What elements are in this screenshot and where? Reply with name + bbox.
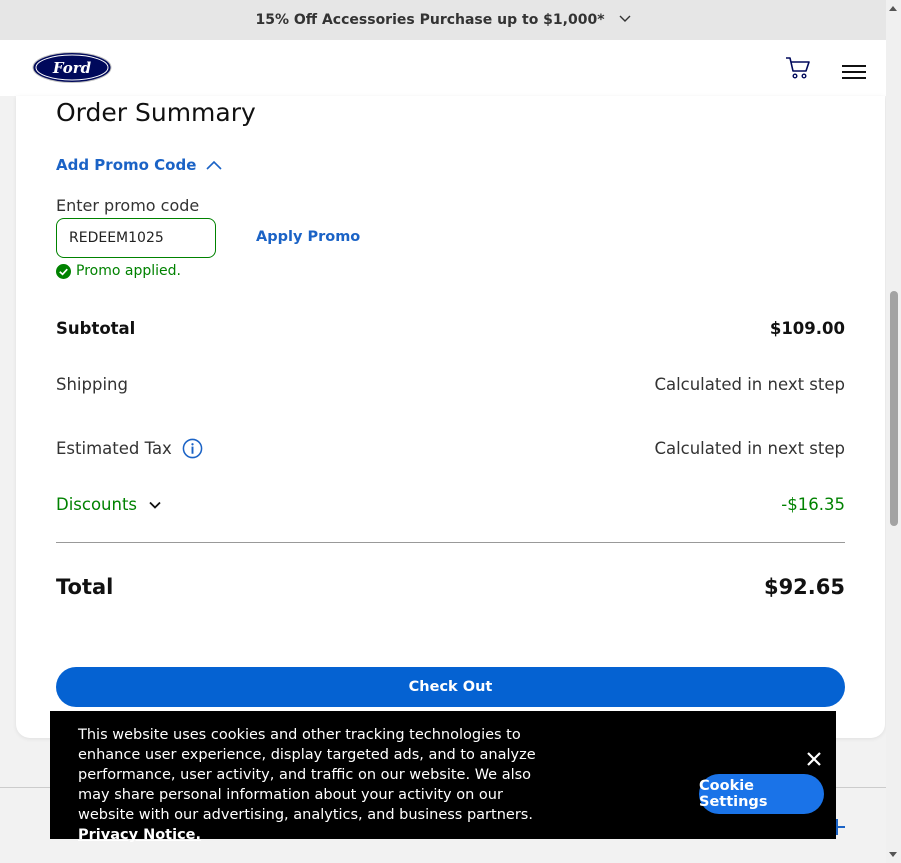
apply-promo-button[interactable]: Apply Promo	[256, 229, 360, 245]
discounts-label: Discounts	[56, 495, 138, 514]
order-summary-title: Order Summary	[56, 98, 256, 127]
ford-logo[interactable]: Ford	[32, 52, 112, 83]
total-label: Total	[56, 575, 114, 599]
subtotal-label: Subtotal	[56, 319, 136, 338]
hamburger-menu-icon[interactable]	[842, 64, 866, 80]
chevron-down-icon[interactable]	[619, 12, 631, 24]
cookie-text-block: This website uses cookies and other trac…	[78, 725, 548, 845]
checkout-button[interactable]: Check Out	[56, 667, 845, 707]
total-value: $92.65	[763, 575, 845, 599]
promo-field-label: Enter promo code	[56, 196, 200, 215]
chevron-up-icon	[206, 160, 222, 170]
promo-banner-text: 15% Off Accessories Purchase up to $1,00…	[255, 12, 605, 28]
total-row: Total $92.65	[56, 575, 845, 599]
add-promo-label: Add Promo Code	[56, 156, 197, 174]
promo-status: Promo applied.	[56, 263, 181, 279]
promo-code-input[interactable]	[56, 218, 216, 258]
scrollbar[interactable]	[886, 0, 901, 863]
discounts-row[interactable]: Discounts -$16.35	[56, 495, 845, 514]
check-circle-icon	[56, 263, 71, 279]
tax-value: Calculated in next step	[654, 439, 845, 458]
info-icon[interactable]	[182, 438, 203, 459]
scroll-up-icon[interactable]	[889, 6, 897, 11]
logo-text: Ford	[52, 59, 92, 77]
close-icon[interactable]	[806, 751, 822, 767]
subtotal-value: $109.00	[769, 319, 845, 338]
site-header: Ford	[0, 40, 886, 96]
cookie-settings-button[interactable]: Cookie Settings	[699, 774, 824, 814]
scrollbar-thumb[interactable]	[890, 291, 898, 526]
subtotal-row: Subtotal $109.00	[56, 319, 845, 338]
cart-icon[interactable]	[785, 56, 811, 80]
shipping-row: Shipping Calculated in next step	[56, 375, 845, 394]
cookie-banner: This website uses cookies and other trac…	[50, 711, 836, 843]
tax-label: Estimated Tax	[56, 439, 172, 458]
order-summary-card	[16, 96, 885, 738]
add-promo-toggle[interactable]: Add Promo Code	[56, 156, 222, 174]
promo-banner[interactable]: 15% Off Accessories Purchase up to $1,00…	[0, 0, 886, 40]
discounts-value: -$16.35	[781, 495, 845, 514]
tax-row: Estimated Tax Calculated in next step	[56, 438, 845, 459]
cookie-message: This website uses cookies and other trac…	[78, 727, 536, 823]
promo-status-text: Promo applied.	[76, 263, 181, 279]
scroll-down-icon[interactable]	[889, 852, 897, 857]
shipping-value: Calculated in next step	[654, 375, 845, 394]
chevron-down-icon	[149, 501, 161, 509]
shipping-label: Shipping	[56, 375, 128, 394]
privacy-notice-link[interactable]: Privacy Notice.	[78, 827, 201, 843]
divider	[56, 542, 845, 543]
